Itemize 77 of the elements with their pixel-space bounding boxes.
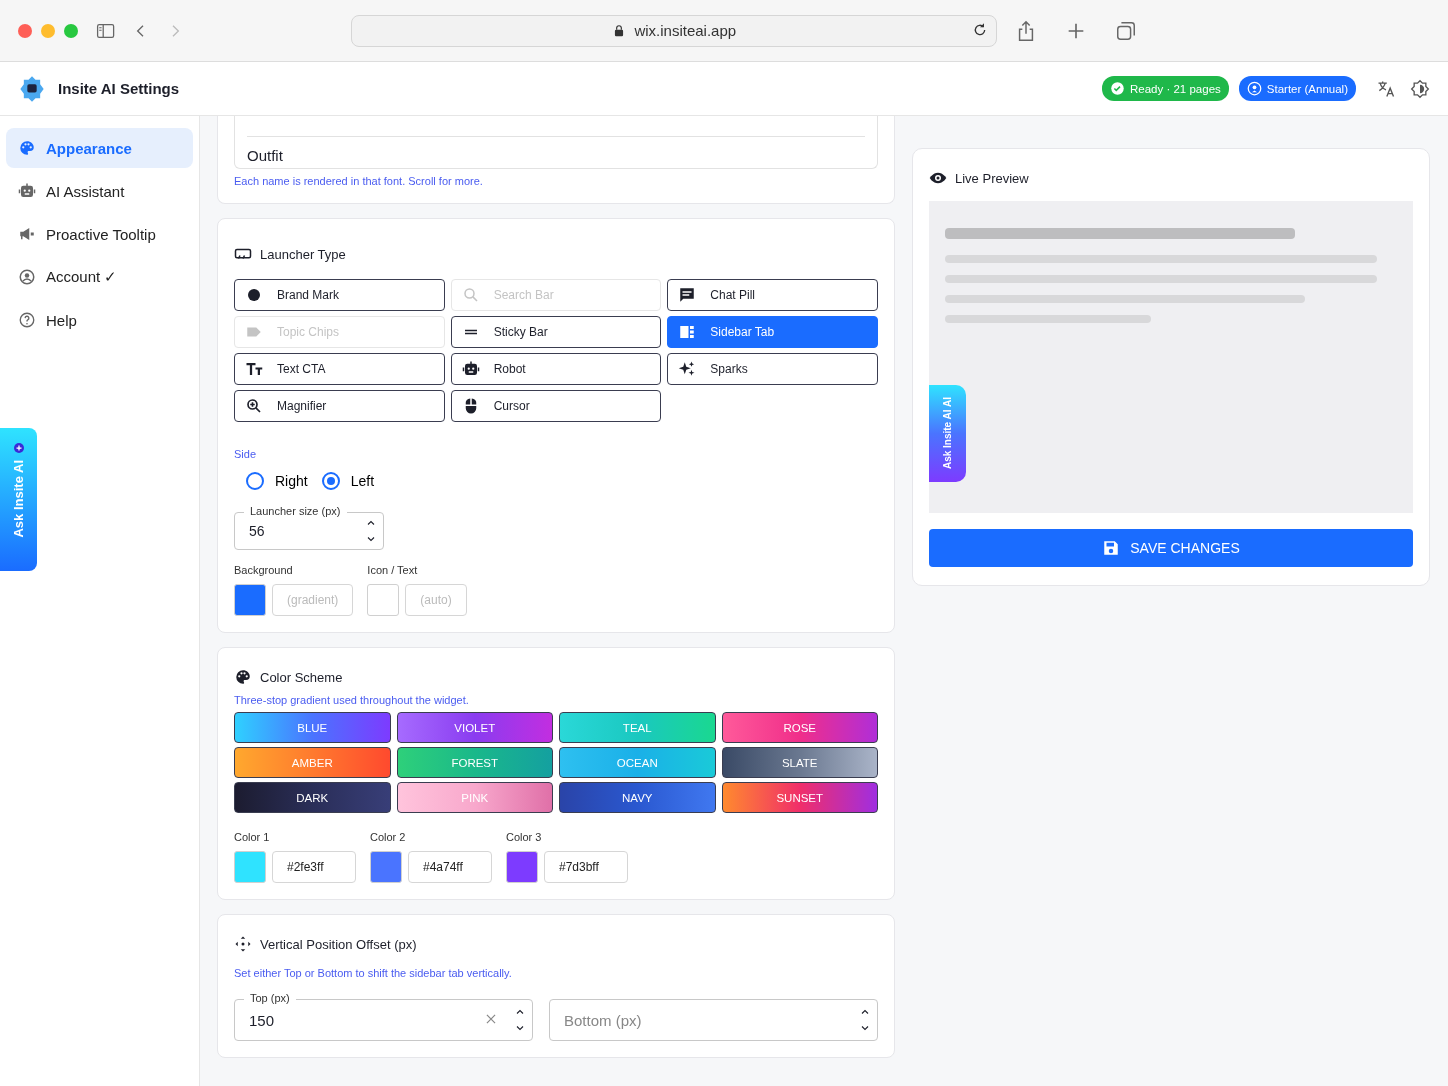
color-swatch[interactable] [506,851,538,883]
section-title: Launcher Type [260,246,346,262]
tabs-icon [1115,19,1138,42]
field-label: Background [234,564,294,576]
font-option[interactable]: Outfit [247,136,865,168]
bottom-field[interactable]: Bottom (px) [549,999,878,1041]
window-control-icon[interactable] [41,23,55,38]
color-preset[interactable]: SLATE [721,747,878,778]
launcher-option[interactable]: Sidebar Tab [667,316,878,348]
launcher-option[interactable]: Brand Mark [234,279,445,311]
launcher-option[interactable]: Sparks [667,353,878,385]
check-circle-icon [1110,81,1125,96]
chat-icon [678,286,697,304]
field-label: Side [234,448,258,460]
color-preset[interactable]: ROSE [721,712,878,743]
badge-icon [1246,81,1262,96]
color-field[interactable]: #7d3bff [544,851,628,883]
color-swatch[interactable] [367,584,400,616]
megaphone-icon [18,225,36,243]
text-size-icon [245,360,263,378]
sidebar-icon [678,323,697,341]
color-field[interactable]: #4a74ff [408,851,492,883]
field-label: Color 2 [370,831,407,843]
launcher-option[interactable]: Sticky Bar [450,316,662,348]
field-label: Color 3 [506,831,543,843]
launcher-option[interactable]: Robot [450,353,662,385]
side-radio[interactable]: Right [246,472,308,490]
launcher-option[interactable]: Cursor [450,390,662,422]
help-icon [18,311,36,329]
color-swatch[interactable] [234,851,266,883]
zoom-in-icon [245,397,263,415]
section-title: Color Scheme [260,669,343,685]
sidebar-item[interactable]: Proactive Tooltip [6,214,193,254]
status-badge: Starter (Annual) [1238,76,1356,101]
color-field[interactable]: #2fe3ff [272,851,356,883]
window-control-icon[interactable] [64,23,78,38]
sidebar-item[interactable]: Appearance [6,128,193,168]
save-button[interactable]: SAVE CHANGES [929,529,1413,567]
robot-icon [461,360,480,378]
sidebar-item[interactable]: Account ✓ [6,257,193,297]
plus-icon [12,442,25,454]
launcher-option[interactable]: Text CTA [234,353,445,385]
circle-icon [245,286,263,304]
color-preset[interactable]: DARK [234,782,391,813]
hint-text: Each name is rendered in that font. Scroll for more. [234,175,484,187]
side-radio[interactable]: Left [321,472,375,490]
launcher-option[interactable]: Chat Pill [667,279,878,311]
palette-icon [18,139,36,157]
sidebar-item[interactable]: Help [6,300,193,340]
color-preset[interactable]: NAVY [559,782,716,813]
launcher-option[interactable]: Magnifier [234,390,445,422]
color-swatch[interactable] [370,851,402,883]
palette-icon [234,668,252,686]
field-label: Icon / Text [367,564,419,576]
window-control-icon[interactable] [18,23,32,38]
section-title: Live Preview [955,170,1029,186]
search-icon [461,286,480,304]
color-swatch[interactable] [234,584,266,616]
color-preset[interactable]: BLUE [234,712,391,743]
sparkles-icon [678,360,697,378]
address-bar[interactable]: wix.insiteai.app [351,14,998,47]
status-badge: Ready · 21 pages [1102,76,1229,101]
color-preset[interactable]: SUNSET [721,782,878,813]
brightness-icon [1410,78,1430,99]
save-icon [1102,539,1121,557]
section-title: Vertical Position Offset (px) [260,936,417,952]
move-icon [234,935,252,953]
robot-icon [18,182,36,200]
app-title: Insite AI Settings [58,80,180,97]
hint-text: Set either Top or Bottom to shift the sidebar tab vertically. [234,967,513,979]
hint-text: Three-stop gradient used throughout the widget. [234,694,470,706]
clear-icon [484,1012,498,1026]
account-icon [18,268,36,286]
sidebar-item[interactable]: AI Assistant [6,171,193,211]
field-label: Color 1 [234,831,271,843]
logo-icon [18,74,46,103]
color-preset[interactable]: VIOLET [396,712,553,743]
